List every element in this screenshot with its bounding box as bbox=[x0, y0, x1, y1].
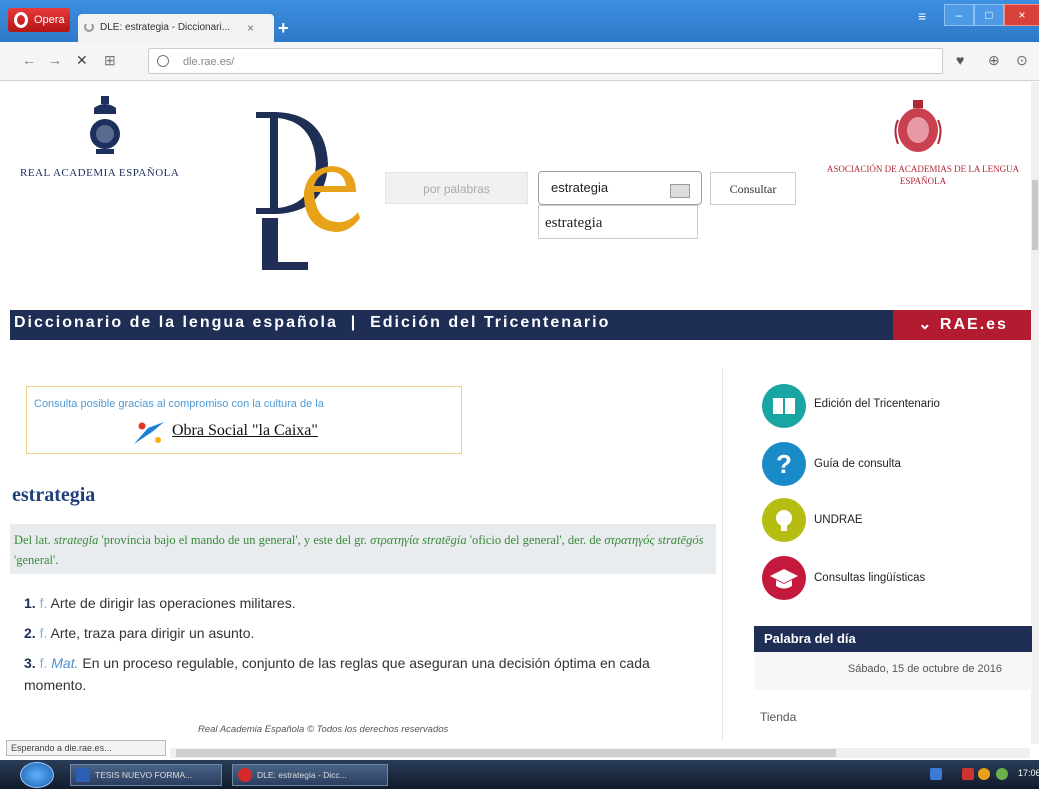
banner-title: Diccionario de la lengua española | Edic… bbox=[14, 314, 611, 331]
sponsor-box[interactable] bbox=[26, 386, 462, 454]
loading-spinner-icon bbox=[84, 22, 94, 32]
copyright-text: Real Academia Española © Todos los derec… bbox=[198, 724, 449, 735]
search-mode-select[interactable]: por palabras bbox=[385, 172, 528, 204]
tray-antivirus-icon[interactable] bbox=[962, 768, 974, 780]
opera-icon bbox=[238, 768, 252, 782]
opera-label: Opera bbox=[34, 14, 65, 26]
opera-logo-icon bbox=[14, 12, 28, 28]
etym-greek2-tr: stratēgós bbox=[657, 533, 704, 547]
url-text: dle.rae.es/ bbox=[183, 56, 235, 68]
sponsor-text: Consulta posible gracias al compromiso c… bbox=[34, 398, 324, 410]
word-of-day-date: Sábado, 15 de octubre de 2016 bbox=[754, 652, 1032, 690]
etym-greek: στρατηγία bbox=[370, 533, 419, 547]
definition-number: 3. bbox=[24, 655, 36, 671]
start-button[interactable] bbox=[20, 762, 54, 788]
minimize-button[interactable]: – bbox=[944, 4, 974, 26]
tab-close-button[interactable]: × bbox=[247, 14, 254, 42]
rae-link-button[interactable]: ⌄ RAE.es bbox=[893, 310, 1033, 340]
maximize-button[interactable]: □ bbox=[974, 4, 1004, 26]
status-bar: Esperando a dle.rae.es... bbox=[6, 740, 166, 756]
definition-number: 1. bbox=[24, 595, 36, 611]
definition-1: 1. f. Arte de dirigir las operaciones mi… bbox=[24, 592, 714, 614]
word-icon bbox=[76, 768, 90, 782]
grammar-abbr[interactable]: f. bbox=[40, 655, 48, 671]
tray-volume-icon[interactable] bbox=[996, 768, 1008, 780]
tab-menu-icon[interactable]: ≡ bbox=[918, 8, 926, 24]
asale-crest-logo[interactable] bbox=[893, 100, 943, 156]
back-button[interactable]: ← bbox=[22, 52, 36, 68]
rae-name[interactable]: REAL ACADEMIA ESPAÑOLA bbox=[20, 167, 179, 179]
definition-2: 2. f. Arte, traza para dirigir un asunto… bbox=[24, 622, 714, 644]
sidebar-item-tricentenario[interactable]: Edición del Tricentenario bbox=[814, 398, 940, 410]
definition-3: 3. f. Mat. En un proceso regulable, conj… bbox=[24, 652, 714, 696]
downloads-icon[interactable]: ⊕ bbox=[988, 52, 1000, 69]
sponsor-name-link[interactable]: Obra Social "la Caixa" bbox=[172, 422, 318, 440]
asale-name[interactable]: ASOCIACIÓN DE ACADEMIAS DE LA LENGUA ESP… bbox=[812, 163, 1034, 187]
etym-greek2: στρατηγός bbox=[604, 533, 655, 547]
speed-dial-button[interactable]: ⊞ bbox=[104, 52, 116, 69]
definition-text: Arte, traza para dirigir un asunto. bbox=[50, 625, 255, 641]
field-mark[interactable]: Mat. bbox=[51, 655, 78, 671]
rae-crest-logo[interactable] bbox=[88, 96, 122, 156]
etym-latin: strategĭa bbox=[53, 533, 99, 547]
horizontal-scroll-thumb[interactable] bbox=[176, 749, 836, 757]
etym-greek-tr: stratēgía bbox=[422, 533, 467, 547]
keyboard-icon[interactable] bbox=[670, 184, 690, 198]
address-field[interactable]: dle.rae.es/ bbox=[148, 48, 943, 74]
etym-greek2-gloss: 'general'. bbox=[14, 553, 59, 567]
lightbulb-icon[interactable] bbox=[762, 498, 806, 542]
site-info-icon bbox=[157, 55, 169, 67]
grammar-abbr[interactable]: f. bbox=[40, 625, 48, 641]
new-tab-button[interactable]: + bbox=[278, 18, 289, 39]
stop-button[interactable]: ✕ bbox=[76, 52, 88, 69]
taskbar-button-word[interactable]: TESIS NUEVO FORMA... bbox=[70, 764, 222, 786]
shop-link[interactable]: Tienda bbox=[760, 710, 796, 724]
etym-latin-gloss: 'provincia bajo el mando de un general',… bbox=[101, 533, 368, 547]
browser-tab[interactable]: DLE: estrategia - Diccionari... × bbox=[78, 14, 274, 42]
etym-greek-gloss: 'oficio del general', der. de bbox=[469, 533, 602, 547]
tricentenario-circle bbox=[762, 384, 806, 428]
svg-text:?: ? bbox=[776, 449, 792, 479]
column-divider bbox=[722, 368, 723, 740]
graduation-cap-icon[interactable] bbox=[762, 556, 806, 600]
etymology-text: Del lat. strategĭa 'provincia bajo el ma… bbox=[14, 530, 714, 570]
word-of-day-heading: Palabra del día bbox=[754, 626, 1032, 652]
sidebar-item-undrae[interactable]: UNDRAE bbox=[814, 514, 863, 526]
dle-logo[interactable] bbox=[248, 100, 370, 278]
taskbar-label: TESIS NUEVO FORMA... bbox=[95, 770, 193, 780]
close-window-button[interactable]: × bbox=[1004, 4, 1039, 26]
grammar-abbr[interactable]: f. bbox=[40, 595, 48, 611]
forward-button[interactable]: → bbox=[48, 52, 62, 68]
opera-menu-button[interactable]: Opera bbox=[8, 8, 70, 32]
la-caixa-star-icon bbox=[134, 422, 164, 444]
taskbar-clock: 17:06 bbox=[1018, 768, 1039, 778]
extension-icon[interactable]: ⊙ bbox=[1016, 52, 1028, 69]
definition-number: 2. bbox=[24, 625, 36, 641]
entry-headword: estrategia bbox=[12, 484, 96, 506]
etym-prefix: Del lat. bbox=[14, 533, 51, 547]
vertical-scroll-thumb[interactable] bbox=[1032, 180, 1038, 250]
book-icon[interactable] bbox=[762, 384, 806, 428]
definition-text: Arte de dirigir las operaciones militare… bbox=[50, 595, 296, 611]
definition-text: En un proceso regulable, conjunto de las… bbox=[24, 655, 650, 693]
consult-button[interactable]: Consultar bbox=[710, 172, 796, 205]
sidebar-item-consultas[interactable]: Consultas lingüísticas bbox=[814, 572, 925, 584]
autocomplete-suggestion[interactable]: estrategia bbox=[538, 205, 698, 239]
tray-network-icon[interactable] bbox=[930, 768, 942, 780]
sidebar-item-guia[interactable]: Guía de consulta bbox=[814, 458, 901, 470]
stash-heart-icon[interactable]: ♥ bbox=[956, 52, 964, 68]
taskbar-button-opera[interactable]: DLE: estrategia - Dicc... bbox=[232, 764, 388, 786]
help-icon[interactable]: ? bbox=[762, 442, 806, 486]
taskbar-label: DLE: estrategia - Dicc... bbox=[257, 770, 347, 780]
tab-title: DLE: estrategia - Diccionari... bbox=[100, 22, 231, 33]
tray-update-icon[interactable] bbox=[978, 768, 990, 780]
